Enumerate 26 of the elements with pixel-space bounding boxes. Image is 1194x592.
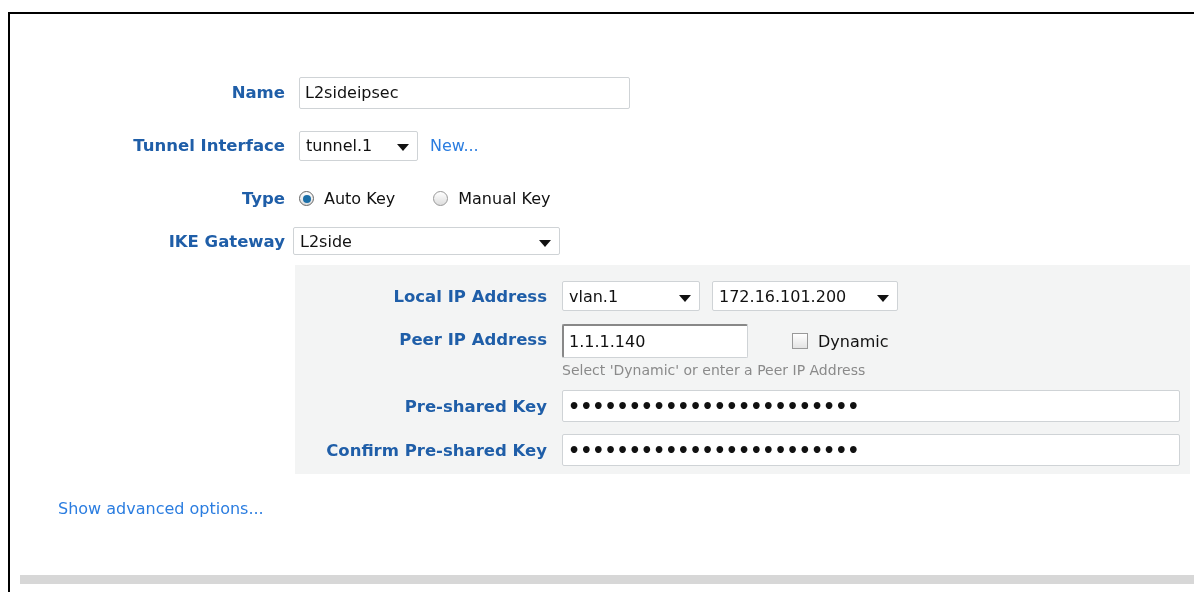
field-label: IKE Gateway [167,230,285,253]
caret-icon [877,294,889,302]
new-link[interactable]: New... [430,136,479,155]
field-label: Local IP Address [392,285,547,308]
field-label: Tunnel Interface [132,135,285,157]
interface-dropdown[interactable]: vlan.1 [562,281,700,311]
advanced-options-link[interactable]: Show advanced options... [58,499,264,518]
gateway-dropdown[interactable]: L2side [293,227,560,255]
field-label: Peer IP Address [398,329,547,351]
address-dropdown[interactable]: 172.16.101.200 [712,281,898,311]
caret-icon [539,239,551,247]
password-input[interactable]: •••••••••••••••••••••••• [562,434,1180,466]
radio-option[interactable]: Auto Key [299,189,396,208]
tunnel-dropdown[interactable]: tunnel.1 [299,130,418,161]
dynamic-checkbox[interactable]: Dynamic [792,331,889,351]
name-input[interactable]: L2sideipsec [299,76,630,109]
peer-ip-input[interactable]: 1.1.1.140 [562,324,748,358]
field-label: Name [230,82,285,104]
field-label: Pre-shared Key [403,395,547,418]
caret-icon [679,294,691,302]
field-label: Type [240,188,285,210]
hint-text: Select 'Dynamic' or enter a Peer IP Address [562,362,867,378]
password-input[interactable]: •••••••••••••••••••••••• [562,390,1180,422]
caret-icon [397,144,409,151]
field-label: Confirm Pre-shared Key [325,439,547,462]
radio-option[interactable]: Manual Key [433,189,551,208]
